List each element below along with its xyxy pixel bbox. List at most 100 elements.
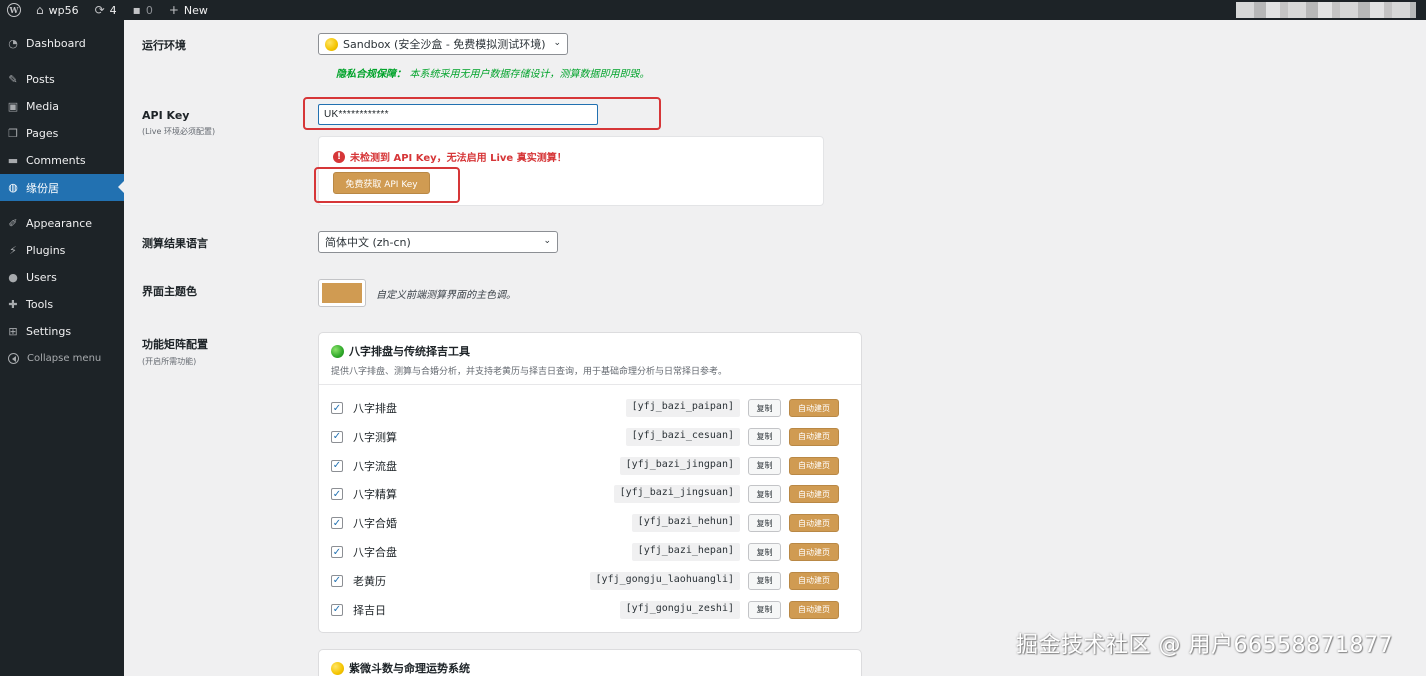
feature-row: ✓ 八字排盘 [yfj_bazi_paipan] 复制 自动建页 (331, 397, 851, 419)
sidebar-item-label: Media (26, 100, 60, 113)
feature-name: 八字精算 (353, 488, 397, 502)
updates-link[interactable]: ⟳ 4 (87, 0, 125, 20)
sidebar-item-label: Pages (26, 127, 59, 140)
feature-checkbox[interactable]: ✓ (331, 459, 343, 472)
yellow-circle-icon (325, 37, 338, 51)
sidebar-item-appearance[interactable]: ✐ Appearance (0, 210, 124, 237)
copy-button[interactable]: 复制 (748, 543, 781, 561)
watermark: 掘金技术社区 @ 用户66558871877 (1016, 633, 1393, 658)
auto-create-page-button[interactable]: 自动建页 (789, 485, 839, 504)
theme-label: 界面主题色 (142, 285, 197, 298)
media-icon: ▣ (7, 100, 19, 113)
site-name: wp56 (48, 3, 79, 17)
auto-create-page-button[interactable]: 自动建页 (789, 571, 839, 590)
sidebar-item-label: Appearance (26, 217, 93, 230)
copy-button[interactable]: 复制 (748, 571, 781, 590)
matrix-sublabel: (开启所需功能) (142, 357, 197, 366)
sidebar-item-plugins[interactable]: ⚡ Plugins (0, 237, 124, 264)
sidebar-item-label: Settings (26, 325, 72, 338)
lang-select[interactable]: 简体中文 (zh-cn) ⌄ (318, 231, 558, 253)
feature-checkbox[interactable]: ✓ (331, 430, 343, 443)
feature-row: ✓ 八字合盘 [yfj_bazi_hepan] 复制 自动建页 (331, 541, 851, 563)
comments-link[interactable]: ▪ 0 (125, 0, 161, 20)
theme-description: 自定义前端测算界面的主色调。 (376, 290, 516, 301)
copy-button[interactable]: 复制 (748, 600, 781, 619)
privacy-text: 本系统采用无用户数据存储设计，测算数据即用即毁。 (409, 69, 650, 80)
highlight-box-get-key (314, 167, 460, 203)
feature-shortcode: [yfj_bazi_paipan] (625, 399, 740, 417)
sidebar-item-label: Tools (26, 298, 54, 311)
feature-row: ✓ 八字测算 [yfj_bazi_cesuan] 复制 自动建页 (331, 426, 851, 448)
brush-icon: ✐ (8, 217, 18, 230)
sidebar-item-label: Users (26, 271, 57, 284)
feature-group-card: 紫微斗数与命理运势系统 (318, 649, 862, 676)
theme-color-picker[interactable] (318, 279, 366, 307)
env-select[interactable]: Sandbox (安全沙盒 - 免费模拟测试环境) ⌄ (318, 33, 568, 55)
wordpress-logo-icon[interactable]: W (0, 0, 28, 20)
sidebar-item-tools[interactable]: ✚ Tools (0, 291, 124, 318)
feature-checkbox[interactable]: ✓ (331, 517, 343, 530)
admin-sidebar: ◔ Dashboard ✎ Posts ▣ Media ❐ Pages ▬ Co… (0, 20, 124, 676)
sidebar-item-pages[interactable]: ❐ Pages (0, 120, 124, 147)
copy-button[interactable]: 复制 (748, 456, 781, 475)
sidebar-item-users[interactable]: ● Users (0, 264, 124, 291)
feature-row: ✓ 择吉日 [yfj_gongju_zeshi] 复制 自动建页 (331, 599, 851, 621)
sidebar-item-label: Dashboard (26, 37, 86, 50)
sidebar-item-settings[interactable]: ⊞ Settings (0, 318, 124, 345)
wrench-icon: ✚ (8, 298, 18, 311)
feature-shortcode: [yfj_bazi_jingsuan] (613, 485, 740, 504)
auto-create-page-button[interactable]: 自动建页 (789, 427, 839, 446)
collapse-menu-button[interactable]: Collapse menu (0, 345, 124, 372)
lang-select-value: 简体中文 (zh-cn) (325, 236, 411, 249)
apikey-label-block: API Key (Live 环境必须配置) (142, 109, 215, 137)
chevron-down-icon: ⌄ (553, 38, 561, 48)
copy-button[interactable]: 复制 (748, 399, 781, 417)
collapse-arrow-icon (8, 353, 19, 364)
globe-icon: ◍ (8, 181, 18, 194)
auto-create-page-button[interactable]: 自动建页 (789, 600, 839, 619)
comments-count: 0 (145, 3, 153, 17)
account-area-blurred[interactable] (1236, 2, 1416, 18)
feature-row: ✓ 老黄历 [yfj_gongju_laohuangli] 复制 自动建页 (331, 570, 851, 592)
highlight-box-apikey (303, 97, 661, 130)
privacy-strong: 隐私合规保障： (336, 69, 406, 80)
feature-name: 八字流盘 (353, 459, 397, 473)
card-title: 八字排盘与传统择吉工具 (331, 343, 849, 359)
collapse-menu-label: Collapse menu (27, 353, 102, 364)
copy-button[interactable]: 复制 (748, 427, 781, 446)
feature-row: ✓ 八字合婚 [yfj_bazi_hehun] 复制 自动建页 (331, 512, 851, 534)
card-title: 紫微斗数与命理运势系统 (319, 650, 861, 676)
auto-create-page-button[interactable]: 自动建页 (789, 399, 839, 417)
sidebar-item-comments[interactable]: ▬ Comments (0, 147, 124, 174)
copy-button[interactable]: 复制 (748, 485, 781, 504)
feature-checkbox[interactable]: ✓ (331, 574, 343, 587)
pin-icon: ✎ (8, 73, 18, 86)
yellow-circle-icon (331, 661, 344, 675)
env-label: 运行环境 (142, 39, 186, 52)
auto-create-page-button[interactable]: 自动建页 (789, 456, 839, 475)
feature-name: 老黄历 (353, 574, 386, 588)
sidebar-item-dashboard[interactable]: ◔ Dashboard (0, 30, 124, 57)
matrix-label: 功能矩阵配置 (142, 338, 208, 351)
copy-button[interactable]: 复制 (748, 514, 781, 533)
settings-content: 运行环境 Sandbox (安全沙盒 - 免费模拟测试环境) ⌄ 隐私合规保障：… (124, 20, 1426, 676)
feature-checkbox[interactable]: ✓ (331, 546, 343, 558)
apikey-sublabel: (Live 环境必须配置) (142, 127, 216, 136)
env-select-value: Sandbox (安全沙盒 - 免费模拟测试环境) (343, 38, 546, 51)
site-name-link[interactable]: ⌂ wp56 (28, 0, 87, 20)
feature-shortcode: [yfj_bazi_cesuan] (625, 427, 740, 446)
feature-checkbox[interactable]: ✓ (331, 402, 343, 414)
auto-create-page-button[interactable]: 自动建页 (789, 514, 839, 533)
feature-checkbox[interactable]: ✓ (331, 603, 343, 616)
new-content-link[interactable]: + New (161, 0, 216, 20)
feature-checkbox[interactable]: ✓ (331, 488, 343, 501)
lang-label: 测算结果语言 (142, 237, 208, 250)
apikey-label: API Key (142, 109, 190, 122)
sidebar-item-media[interactable]: ▣ Media (0, 93, 124, 120)
updates-count: 4 (109, 3, 117, 17)
sidebar-item-label: Plugins (26, 244, 66, 257)
auto-create-page-button[interactable]: 自动建页 (789, 543, 839, 561)
sidebar-item-yuanfenju[interactable]: ◍ 缘份居 (0, 174, 124, 201)
sidebar-item-posts[interactable]: ✎ Posts (0, 66, 124, 93)
feature-shortcode: [yfj_gongju_zeshi] (619, 600, 740, 619)
